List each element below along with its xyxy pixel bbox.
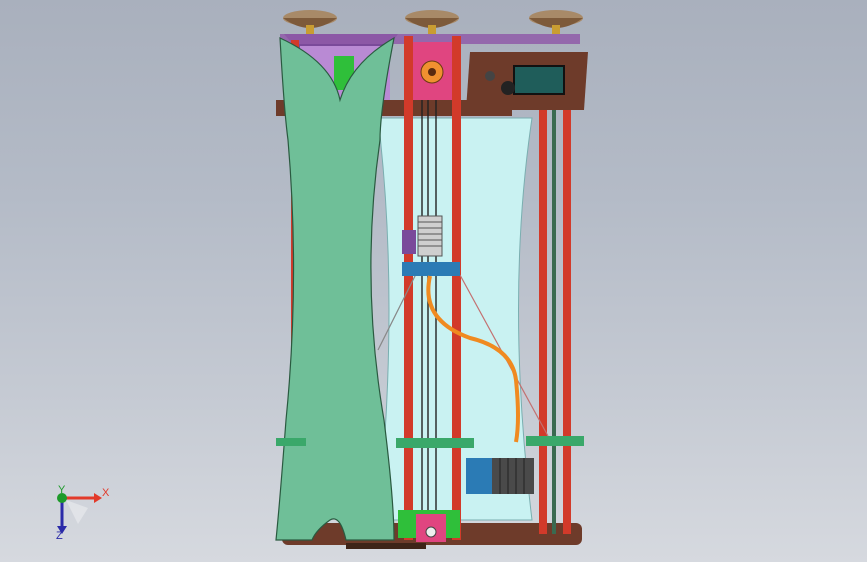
y-axis-label: Y — [58, 484, 66, 496]
x-axis-label: X — [102, 487, 110, 499]
coordinate-triad: X Y Z — [48, 484, 118, 546]
lcd-screen — [513, 65, 565, 95]
effector-plate — [402, 262, 460, 276]
knob — [501, 81, 515, 95]
x-axis-head — [94, 493, 102, 503]
top-cup-center — [405, 10, 459, 34]
column-right-b — [563, 110, 571, 534]
extruder-motor — [466, 458, 492, 494]
bracket-right — [526, 436, 584, 446]
column-right-c — [552, 110, 556, 534]
triad-shadow — [66, 500, 88, 524]
extruder-body — [492, 458, 534, 494]
bracket-left — [276, 438, 306, 446]
enclosure-panel-left — [275, 36, 395, 541]
knob-2 — [485, 71, 495, 81]
z-axis-label: Z — [56, 530, 63, 542]
pulley-hub — [428, 68, 436, 76]
top-cup-right — [529, 10, 583, 34]
column-center-b — [452, 36, 461, 540]
top-cup-left — [283, 10, 337, 34]
fan — [402, 230, 416, 254]
column-right-a — [539, 110, 547, 534]
bottom-pulley — [425, 526, 437, 538]
base-foot — [346, 543, 426, 549]
bracket-center — [396, 438, 474, 448]
cad-graphics-viewport[interactable]: X Y Z — [0, 0, 867, 562]
printer-model-view[interactable] — [0, 0, 867, 562]
